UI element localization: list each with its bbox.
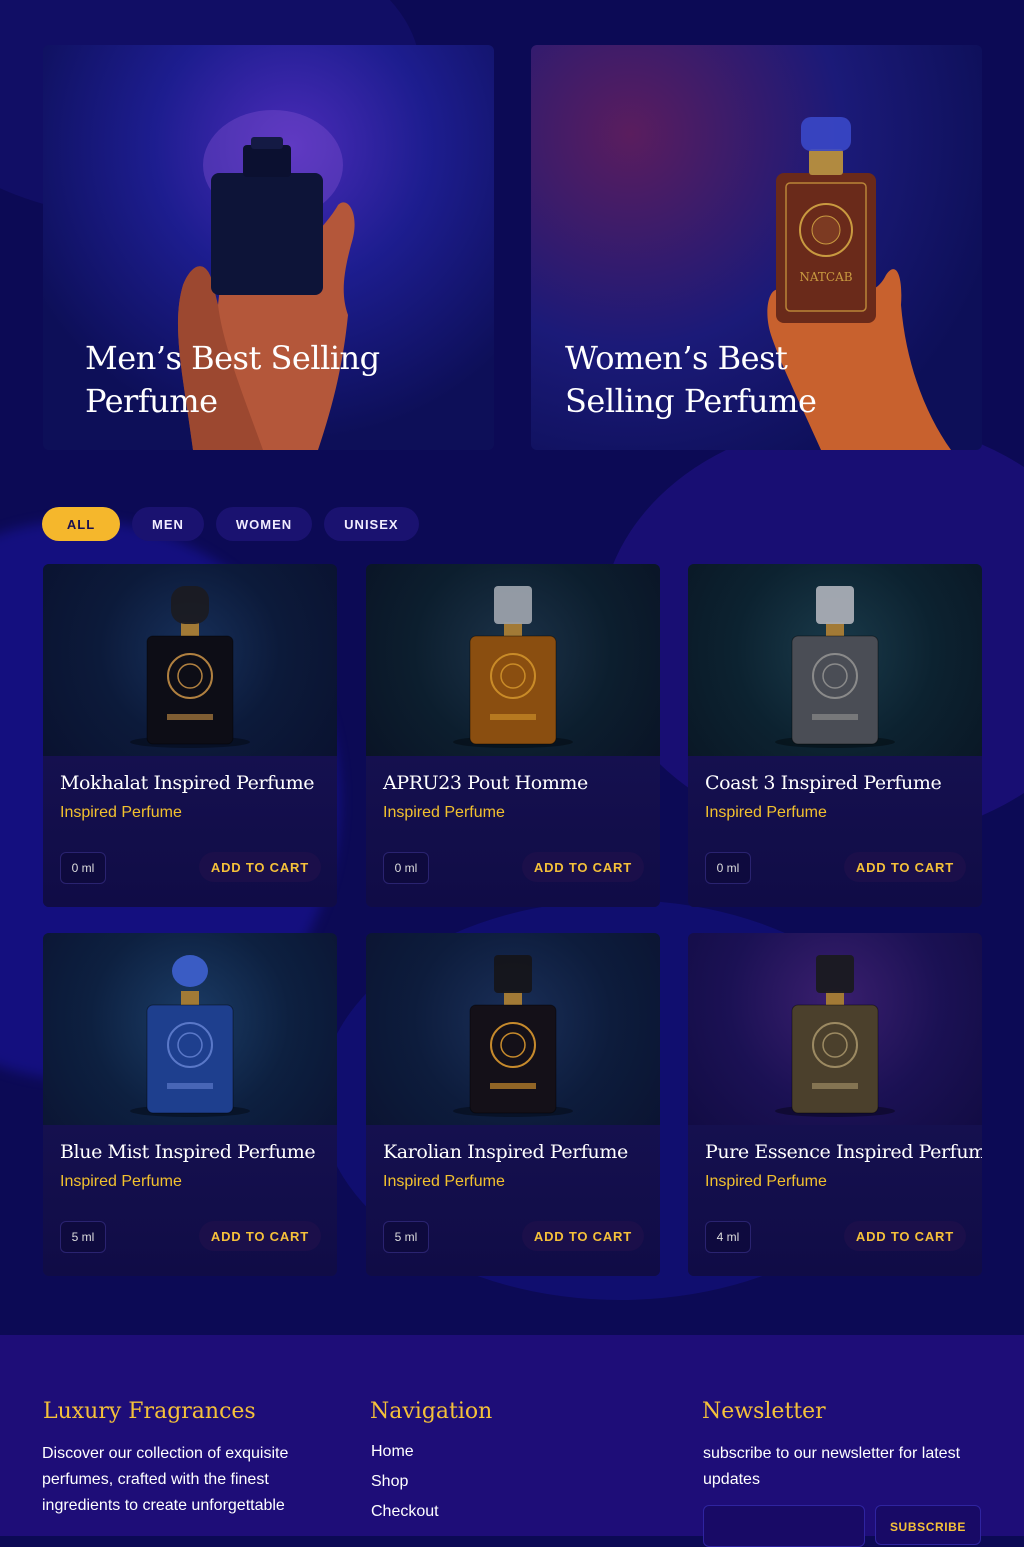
hero-title: Women’s Best Selling Perfume xyxy=(565,339,817,420)
add-to-cart-button[interactable]: ADD TO CART xyxy=(198,1221,321,1251)
perfume-bottle-icon xyxy=(775,586,895,748)
product-size-badge[interactable]: 5 ml xyxy=(60,1221,106,1253)
footer-nav-title: Navigation xyxy=(370,1399,493,1424)
product-size-badge[interactable]: 0 ml xyxy=(383,852,429,884)
product-name: APRU23 Pout Homme xyxy=(383,772,588,794)
product-image xyxy=(366,564,660,756)
perfume-bottle-icon xyxy=(453,586,573,748)
product-size-badge[interactable]: 0 ml xyxy=(60,852,106,884)
product-name: Pure Essence Inspired Perfume xyxy=(705,1141,982,1163)
product-subtitle: Inspired Perfume xyxy=(705,804,827,821)
footer: Luxury Fragrances Discover our collectio… xyxy=(0,1335,1024,1547)
bottle-label: NATCAB xyxy=(799,270,852,284)
product-info: Karolian Inspired Perfume Inspired Perfu… xyxy=(366,1125,660,1276)
hero-title: Men’s Best Selling Perfume xyxy=(85,339,380,420)
product-card[interactable]: APRU23 Pout Homme Inspired Perfume 0 ml … xyxy=(366,564,660,907)
product-subtitle: Inspired Perfume xyxy=(383,804,505,821)
perfume-bottle-icon xyxy=(130,955,250,1117)
product-subtitle: Inspired Perfume xyxy=(705,1173,827,1190)
product-info: Mokhalat Inspired Perfume Inspired Perfu… xyxy=(43,756,337,907)
add-to-cart-button[interactable]: ADD TO CART xyxy=(843,1221,966,1251)
footer-nav-checkout[interactable]: Checkout xyxy=(371,1503,439,1533)
product-name: Coast 3 Inspired Perfume xyxy=(705,772,942,794)
product-name: Mokhalat Inspired Perfume xyxy=(60,772,315,794)
footer-newsletter-text: subscribe to our newsletter for latest u… xyxy=(703,1445,961,1488)
perfume-bottle-icon xyxy=(775,955,895,1117)
filter-all[interactable]: ALL xyxy=(42,507,120,541)
filter-men[interactable]: MEN xyxy=(132,507,204,541)
footer-nav-home[interactable]: Home xyxy=(371,1443,439,1473)
category-filters: ALL MEN WOMEN UNISEX xyxy=(42,507,419,541)
product-info: Blue Mist Inspired Perfume Inspired Perf… xyxy=(43,1125,337,1276)
product-name: Karolian Inspired Perfume xyxy=(383,1141,628,1163)
footer-brand-text: Discover our collection of exquisite per… xyxy=(42,1445,289,1514)
product-image xyxy=(43,933,337,1125)
product-subtitle: Inspired Perfume xyxy=(60,804,182,821)
product-info: APRU23 Pout Homme Inspired Perfume 0 ml … xyxy=(366,756,660,907)
product-image xyxy=(43,564,337,756)
product-image xyxy=(688,564,982,756)
product-card[interactable]: Coast 3 Inspired Perfume Inspired Perfum… xyxy=(688,564,982,907)
subscribe-button[interactable]: SUBSCRIBE xyxy=(875,1505,981,1545)
perfume-bottle-icon xyxy=(130,586,250,748)
product-card[interactable]: Karolian Inspired Perfume Inspired Perfu… xyxy=(366,933,660,1276)
product-image xyxy=(688,933,982,1125)
filter-women[interactable]: WOMEN xyxy=(215,507,313,541)
add-to-cart-button[interactable]: ADD TO CART xyxy=(843,852,966,882)
add-to-cart-button[interactable]: ADD TO CART xyxy=(521,852,644,882)
footer-nav-list: Home Shop Checkout xyxy=(371,1443,439,1533)
footer-brand-title: Luxury Fragrances xyxy=(43,1399,256,1424)
footer-nav-shop[interactable]: Shop xyxy=(371,1473,439,1503)
product-info: Pure Essence Inspired Perfume Inspired P… xyxy=(688,1125,982,1276)
product-image xyxy=(366,933,660,1125)
footer-newsletter-title: Newsletter xyxy=(702,1399,826,1424)
perfume-bottle-icon xyxy=(453,955,573,1117)
product-card[interactable]: Mokhalat Inspired Perfume Inspired Perfu… xyxy=(43,564,337,907)
filter-unisex[interactable]: UNISEX xyxy=(324,507,419,541)
product-size-badge[interactable]: 0 ml xyxy=(705,852,751,884)
hero-card-women[interactable]: NATCAB Women’s Best Selling Perfume xyxy=(531,45,982,450)
add-to-cart-button[interactable]: ADD TO CART xyxy=(198,852,321,882)
product-subtitle: Inspired Perfume xyxy=(60,1173,182,1190)
product-card[interactable]: Blue Mist Inspired Perfume Inspired Perf… xyxy=(43,933,337,1276)
product-info: Coast 3 Inspired Perfume Inspired Perfum… xyxy=(688,756,982,907)
product-size-badge[interactable]: 4 ml xyxy=(705,1221,751,1253)
newsletter-email-input[interactable] xyxy=(703,1505,865,1547)
product-name: Blue Mist Inspired Perfume xyxy=(60,1141,316,1163)
product-card[interactable]: Pure Essence Inspired Perfume Inspired P… xyxy=(688,933,982,1276)
hero-card-men[interactable]: Men’s Best Selling Perfume xyxy=(43,45,494,450)
product-subtitle: Inspired Perfume xyxy=(383,1173,505,1190)
product-size-badge[interactable]: 5 ml xyxy=(383,1221,429,1253)
add-to-cart-button[interactable]: ADD TO CART xyxy=(521,1221,644,1251)
